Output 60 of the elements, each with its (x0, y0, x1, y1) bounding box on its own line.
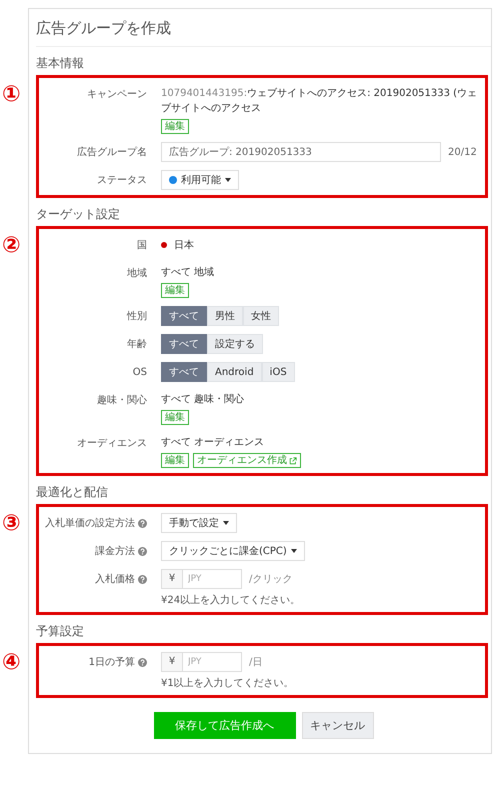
segment-option[interactable]: iOS (262, 362, 295, 382)
help-icon[interactable] (138, 546, 147, 556)
field-value: すべて 地域 (161, 267, 214, 278)
field-value: すべて オーディエンス (161, 437, 264, 448)
annotation-number: ② (2, 235, 21, 257)
section-title: 基本情報 (36, 55, 85, 72)
caret-icon (223, 521, 229, 525)
hint-text: ¥1以上を入力してください。 (161, 676, 295, 690)
segment-option[interactable]: Android (207, 362, 262, 382)
unit-label: /日 (249, 656, 262, 669)
page-title: 広告グループを作成 (36, 9, 491, 47)
caret-icon (225, 178, 231, 182)
field-label: 広告グループ名 (77, 146, 147, 159)
character-counter: 20/12 (448, 146, 477, 158)
field-label: 年齢 (127, 338, 147, 351)
field-label: 入札価格 (95, 572, 135, 586)
edit-tag[interactable]: 編集 (161, 283, 189, 298)
currency-prefix: ¥ (161, 652, 182, 672)
field-label: 性別 (127, 310, 147, 323)
field-label: 課金方法 (95, 544, 135, 558)
annotation-number: ① (2, 84, 21, 106)
field-value: すべて 趣味・関心 (161, 394, 244, 405)
field-value: 日本 (174, 238, 194, 252)
field-label: 国 (137, 239, 147, 252)
hint-text: ¥24以上を入力してください。 (161, 594, 302, 607)
segment-option[interactable]: 設定する (207, 334, 263, 354)
field-label: 地域 (127, 266, 147, 280)
field-label: 趣味・関心 (97, 394, 147, 407)
edit-tag[interactable]: 編集 (161, 410, 189, 425)
section-title: ターゲット設定 (36, 206, 121, 223)
segment-option[interactable]: すべて (161, 334, 207, 354)
segment-option[interactable]: すべて (161, 306, 207, 326)
field-label: 入札単価の設定方法 (45, 516, 135, 530)
section-title: 最適化と配信 (36, 484, 109, 501)
text-input[interactable]: 広告グループ: 201902051333 (161, 142, 441, 162)
annotation-number: ④ (2, 652, 21, 674)
cancel-button[interactable]: キャンセル (302, 712, 374, 739)
section-title: 予算設定 (36, 623, 85, 640)
field-label: ステータス (97, 174, 147, 187)
annotation-number: ③ (2, 513, 21, 535)
field-label: キャンペーン (87, 88, 147, 101)
help-icon[interactable] (138, 658, 147, 666)
help-icon[interactable] (138, 518, 147, 528)
unit-label: /クリック (249, 573, 292, 586)
currency-prefix: ¥ (161, 569, 182, 589)
field-label: オーディエンス (77, 437, 147, 450)
edit-tag[interactable]: オーディエンス作成 (193, 453, 301, 468)
dropdown[interactable]: クリックごとに課金(CPC) (161, 541, 305, 561)
field-value: 1079401443195:ウェブサイトへのアクセス: 201902051333 (ウェブサイトへのアクセス (161, 88, 478, 114)
edit-tag[interactable]: 編集 (161, 119, 189, 134)
caret-icon (290, 549, 297, 553)
segment-option[interactable]: 女性 (243, 306, 279, 326)
segment-option[interactable]: すべて (161, 362, 207, 382)
field-label: OS (132, 366, 147, 378)
help-icon[interactable] (138, 574, 147, 584)
dropdown[interactable]: 手動で設定 (161, 513, 237, 533)
segment-option[interactable]: 男性 (207, 306, 243, 326)
field-label: 1日の予算 (88, 656, 135, 669)
edit-tag[interactable]: 編集 (161, 453, 189, 468)
dropdown[interactable]: 利用可能 (161, 170, 239, 190)
